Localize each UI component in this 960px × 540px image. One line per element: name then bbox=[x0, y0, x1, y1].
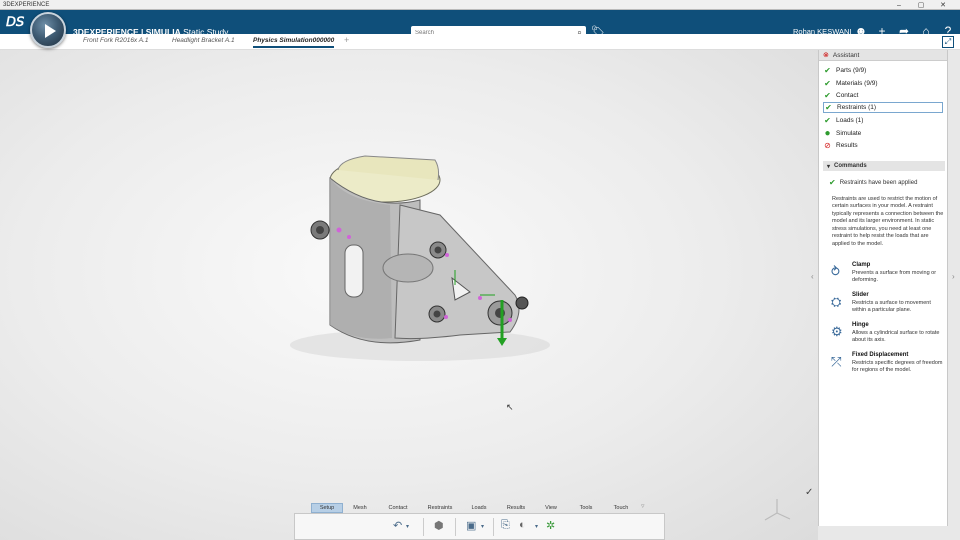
check-icon: ✔ bbox=[824, 79, 831, 88]
tab-loads[interactable]: Loads bbox=[466, 503, 492, 513]
step-label: Loads (1) bbox=[836, 117, 864, 124]
command-name[interactable]: Slider bbox=[852, 292, 869, 298]
assistant-header: ⊗ Assistant bbox=[819, 50, 947, 61]
toolbar-separator bbox=[455, 518, 456, 536]
step-label: Parts (9/9) bbox=[836, 67, 867, 74]
step-loads[interactable]: ✔ Loads (1) bbox=[823, 115, 943, 126]
tree-icon[interactable]: ⎘ bbox=[501, 519, 510, 532]
display-mode-icon[interactable]: ◐ bbox=[519, 519, 526, 531]
model-manager-icon[interactable]: ▣ bbox=[466, 519, 476, 532]
step-simulate[interactable]: ● Simulate bbox=[823, 128, 943, 139]
confirm-check-icon[interactable]: ✓ bbox=[805, 487, 813, 498]
status-dot-icon: ● bbox=[824, 128, 831, 139]
collapse-left-icon[interactable]: ‹ bbox=[811, 272, 814, 281]
blocked-icon: ⊘ bbox=[824, 141, 831, 150]
step-label: Materials (9/9) bbox=[836, 80, 878, 87]
window-title: 3DEXPERIENCE bbox=[3, 1, 50, 8]
assistant-title: Assistant bbox=[832, 51, 860, 59]
mouse-cursor-icon: ↖ bbox=[506, 402, 514, 412]
step-label: Restraints (1) bbox=[837, 104, 877, 111]
action-bar-expand-icon[interactable]: ▿ bbox=[641, 502, 645, 510]
check-icon: ✔ bbox=[824, 66, 831, 75]
assistant-panel: ⊗ Assistant ✔ Parts (9/9) ✔ Materials (9… bbox=[818, 50, 948, 526]
tab-restraints[interactable]: Restraints bbox=[421, 503, 459, 513]
command-fixed-displacement[interactable]: ⤱ Fixed Displacement Restricts specific … bbox=[831, 352, 945, 382]
tab-view[interactable]: View bbox=[539, 503, 563, 513]
step-results[interactable]: ⊘ Results bbox=[823, 140, 943, 151]
command-desc: Restricts a surface to movement within a… bbox=[852, 300, 931, 314]
slider-icon[interactable]: ⛭ bbox=[831, 294, 841, 310]
commands-title: Commands bbox=[834, 163, 867, 169]
model-dropdown-icon[interactable]: ▾ bbox=[481, 523, 484, 530]
check-icon: ✔ bbox=[825, 103, 832, 112]
undo-icon[interactable]: ↶ bbox=[393, 519, 402, 532]
close-button[interactable]: ✕ bbox=[932, 0, 954, 10]
slot-cutout bbox=[344, 244, 364, 298]
commands-header[interactable]: ▾ Commands bbox=[823, 161, 945, 171]
step-parts[interactable]: ✔ Parts (9/9) bbox=[823, 65, 943, 76]
hinge-icon[interactable]: ⚙ bbox=[831, 324, 843, 340]
fixed-displacement-icon[interactable]: ⤱ bbox=[831, 354, 841, 370]
collapse-icon[interactable]: ▾ bbox=[827, 163, 830, 170]
tab-results[interactable]: Results bbox=[501, 503, 531, 513]
document-tab-bar: Front Fork R2016x A.1 Headlight Bracket … bbox=[0, 34, 960, 50]
check-icon: ✔ bbox=[824, 116, 831, 125]
tab-setup[interactable]: Setup bbox=[311, 503, 343, 513]
action-bar: ↶ ▾ ⬢ ▣ ▾ ⎘ ◐ ▾ ✲ bbox=[294, 513, 665, 540]
applied-text: Restraints have been applied bbox=[839, 179, 918, 186]
ds-logo-icon: 𝘋𝘚 bbox=[6, 14, 25, 29]
clamp-icon[interactable]: ⥁ bbox=[831, 264, 840, 280]
step-contact[interactable]: ✔ Contact bbox=[823, 90, 943, 101]
restraints-description: Restraints are used to restrict the moti… bbox=[832, 196, 944, 247]
maximize-button[interactable]: ▢ bbox=[910, 0, 932, 10]
3d-viewport[interactable] bbox=[0, 50, 818, 540]
part-icon[interactable]: ⬢ bbox=[434, 519, 444, 532]
settings-icon[interactable]: ✲ bbox=[546, 519, 555, 532]
tab-front-fork[interactable]: Front Fork R2016x A.1 bbox=[83, 37, 149, 44]
restraint-marker bbox=[336, 227, 342, 233]
tab-contact[interactable]: Contact bbox=[381, 503, 415, 513]
toolbar-separator bbox=[423, 518, 424, 536]
step-materials[interactable]: ✔ Materials (9/9) bbox=[823, 78, 943, 89]
undo-dropdown-icon[interactable]: ▾ bbox=[406, 523, 409, 530]
command-hinge[interactable]: ⚙ Hinge Allows a cylindrical surface to … bbox=[831, 322, 945, 348]
bracket-model[interactable] bbox=[0, 50, 818, 540]
command-desc: Restricts specific degrees of freedom fo… bbox=[852, 360, 943, 374]
step-label: Contact bbox=[836, 92, 859, 99]
play-icon bbox=[45, 24, 56, 38]
check-icon: ✔ bbox=[829, 178, 836, 187]
command-name[interactable]: Fixed Displacement bbox=[852, 352, 908, 358]
command-name[interactable]: Hinge bbox=[852, 322, 869, 328]
tab-headlight-bracket[interactable]: Headlight Bracket A.1 bbox=[172, 37, 235, 44]
axis-triad-icon[interactable] bbox=[762, 495, 792, 525]
step-label: Results bbox=[836, 142, 858, 149]
tab-mesh[interactable]: Mesh bbox=[346, 503, 374, 513]
minimize-button[interactable]: – bbox=[888, 0, 910, 10]
step-restraints[interactable]: ✔ Restraints (1) bbox=[823, 102, 943, 113]
top-bar: 𝘋𝘚 3DEXPERIENCE | SIMULIA Static Study ⌕… bbox=[0, 10, 960, 40]
tab-touch[interactable]: Touch bbox=[608, 503, 634, 513]
command-slider[interactable]: ⛭ Slider Restricts a surface to movement… bbox=[831, 292, 945, 318]
command-clamp[interactable]: ⥁ Clamp Prevents a surface from moving o… bbox=[831, 262, 945, 288]
step-label: Simulate bbox=[836, 130, 862, 137]
command-desc: Prevents a surface from moving or deform… bbox=[852, 270, 937, 284]
tab-tools[interactable]: Tools bbox=[574, 503, 598, 513]
tab-physics-simulation[interactable]: Physics Simulation000000 bbox=[253, 37, 335, 48]
compass-icon[interactable] bbox=[30, 12, 66, 48]
command-name[interactable]: Clamp bbox=[852, 262, 870, 268]
expand-icon[interactable]: ⤢ bbox=[942, 36, 954, 48]
add-tab-button[interactable]: + bbox=[344, 35, 349, 45]
dome-feature bbox=[382, 253, 434, 283]
collapse-right-icon[interactable]: › bbox=[952, 272, 955, 281]
window-title-bar: 3DEXPERIENCE – ▢ ✕ bbox=[0, 0, 960, 10]
applied-message: ✔ Restraints have been applied bbox=[829, 178, 917, 187]
command-desc: Allows a cylindrical surface to rotate a… bbox=[852, 330, 940, 344]
display-dropdown-icon[interactable]: ▾ bbox=[535, 523, 538, 530]
toolbar-separator bbox=[493, 518, 494, 536]
assistant-close-icon[interactable]: ⊗ bbox=[823, 51, 829, 59]
check-icon: ✔ bbox=[824, 91, 831, 100]
